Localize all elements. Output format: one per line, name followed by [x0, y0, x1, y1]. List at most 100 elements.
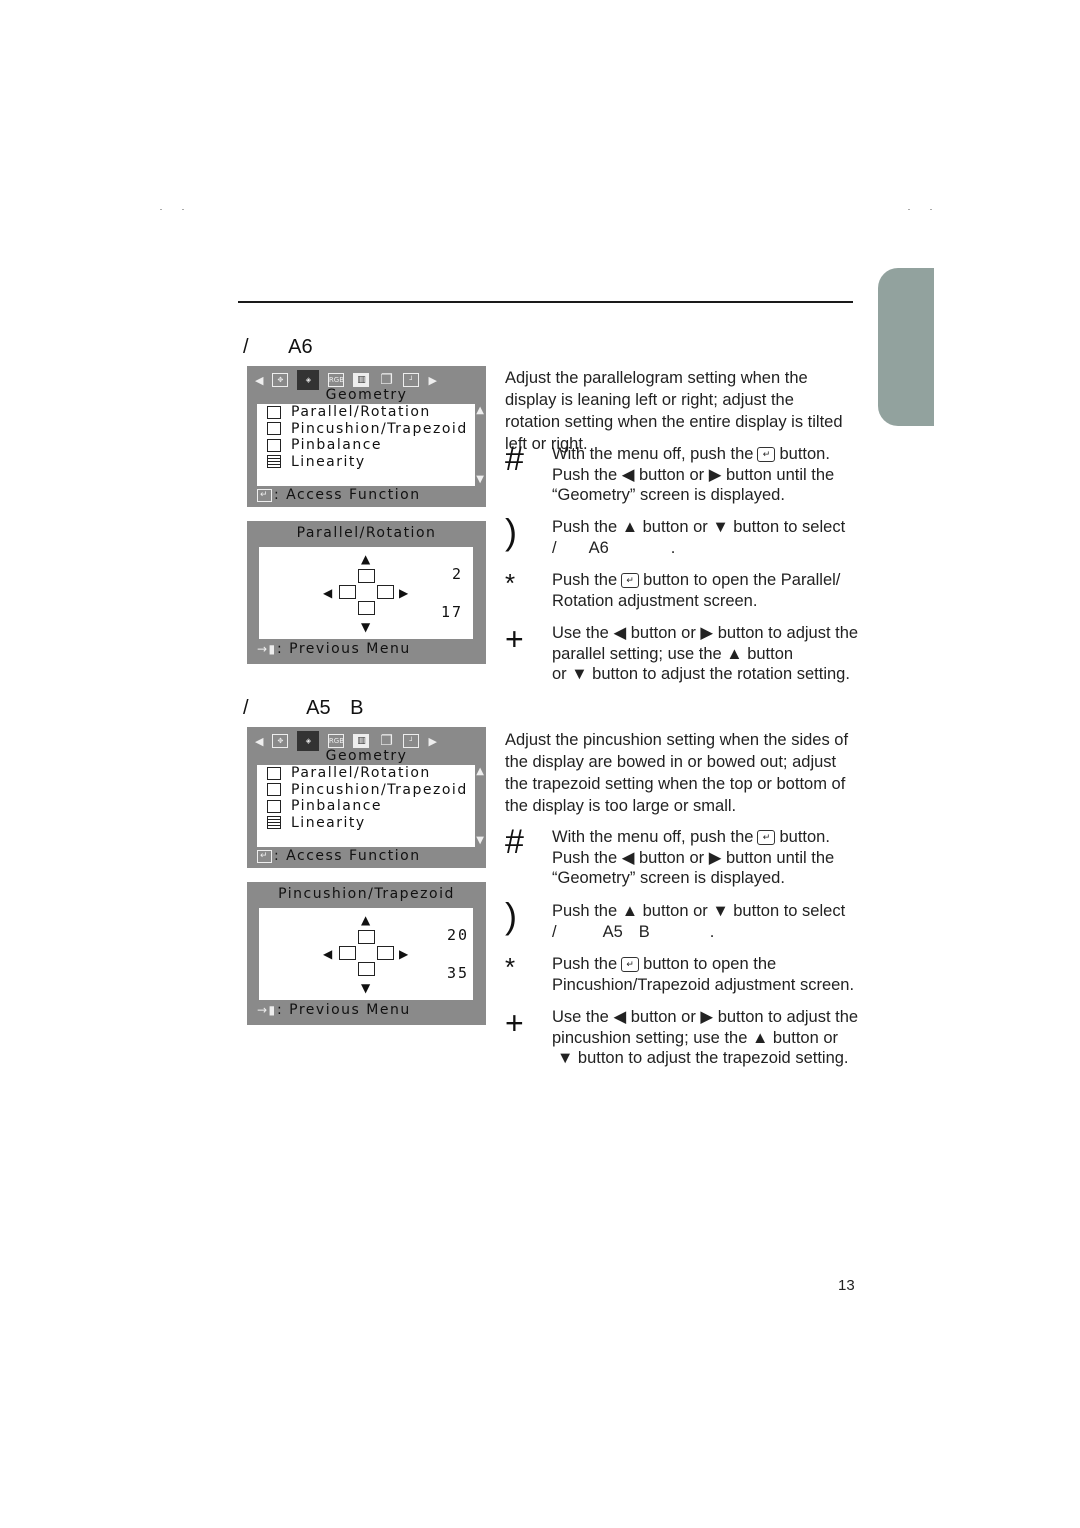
enter-button-icon: ↵ — [757, 447, 776, 463]
scroll-down-icon: ▼ — [476, 835, 484, 846]
osd-item-pinbalance: Pinbalance — [257, 437, 475, 454]
osd-item-pinbalance: Pinbalance — [257, 798, 475, 815]
step-bullet: + — [505, 621, 524, 657]
osd-heading: Geometry — [325, 748, 408, 764]
title-slash: / — [243, 697, 249, 719]
rotation-cw-icon — [358, 601, 375, 615]
osd-item-linearity: Linearity — [257, 815, 475, 832]
up-arrow-icon: ▲ — [361, 552, 371, 566]
osd-item-parallel-rotation: Parallel/Rotation — [257, 404, 475, 421]
right-arrow-icon: ▶ — [399, 586, 409, 600]
osd-adjust-area: ▲ ◀ ▶ ▼ 2 17 — [259, 547, 473, 639]
title-code-b: B — [350, 697, 364, 719]
crop-mark — [160, 209, 162, 210]
window-icon: ┘ — [403, 734, 420, 748]
step-bullet: * — [505, 952, 516, 982]
enter-icon: ↵ — [257, 488, 272, 502]
left-arrow-icon: ◀ — [255, 734, 264, 748]
pincushion-value: 20 — [446, 926, 469, 944]
left-arrow-icon: ◀ — [255, 373, 264, 387]
crop-mark — [908, 209, 910, 210]
pincushion-in-icon — [339, 946, 356, 960]
enter-button-icon: ↵ — [621, 573, 640, 589]
section1-intro: Adjust the parallelogram setting when th… — [505, 369, 843, 453]
osd-footer: ↵ : Access Function — [257, 487, 421, 503]
enter-button-icon: ↵ — [757, 830, 776, 846]
up-arrow-icon: ▲ — [361, 913, 371, 927]
osd-adjust-heading: Parallel/Rotation — [296, 525, 437, 541]
down-arrow-icon: ▼ — [361, 620, 371, 634]
rotation-value: 17 — [440, 603, 463, 621]
osd-item-pincushion-trapezoid: Pincushion/Trapezoid — [257, 421, 475, 438]
rgb-icon: RGB — [328, 734, 345, 748]
section2-title: / A5 B — [243, 697, 364, 720]
exit-icon: →▮ — [257, 1003, 277, 1017]
section2-intro: Adjust the pincushion setting when the s… — [505, 731, 849, 815]
osd-item-pincushion-trapezoid: Pincushion/Trapezoid — [257, 782, 475, 799]
trapezoid-down-icon — [358, 962, 375, 976]
pages-icon: ❐ — [380, 733, 393, 749]
osd-pincushion-trapezoid-screen: Pincushion/Trapezoid ▲ ◀ ▶ ▼ 20 35 →▮ : … — [247, 882, 486, 1025]
parallel-right-icon — [377, 585, 394, 599]
pinbalance-icon — [267, 438, 281, 452]
right-arrow-icon: ▶ — [399, 947, 409, 961]
osd-item-linearity: Linearity — [257, 454, 475, 471]
page-number: 13 — [838, 1277, 855, 1294]
osd-item-parallel-rotation: Parallel/Rotation — [257, 765, 475, 782]
osd-heading: Geometry — [325, 387, 408, 403]
crop-mark — [930, 209, 932, 210]
section1-title: / A6 — [243, 336, 313, 359]
scroll-up-icon: ▲ — [476, 766, 484, 777]
exit-icon: →▮ — [257, 642, 277, 656]
scroll-up-icon: ▲ — [476, 405, 484, 416]
step-bullet: ) — [505, 511, 517, 552]
osd-footer: ↵ : Access Function — [257, 848, 421, 864]
osd-menu-list: Parallel/Rotation Pincushion/Trapezoid P… — [257, 765, 475, 847]
linearity-icon — [267, 816, 281, 830]
chapter-tab — [878, 268, 934, 426]
crop-mark — [182, 209, 184, 210]
enter-icon: ↵ — [257, 849, 272, 863]
pincushion-out-icon — [377, 946, 394, 960]
osd-menu-list: Parallel/Rotation Pincushion/Trapezoid P… — [257, 404, 475, 486]
right-arrow-icon: ▶ — [428, 373, 437, 387]
rgb-icon: RGB — [328, 373, 345, 387]
position-icon: ✥ — [272, 373, 289, 387]
osd-geometry-menu: ◀ ✥ ◈ RGB ▥ ❐ ┘ ▶ Geometry Parallel/Rota… — [247, 727, 486, 868]
header-rule — [238, 301, 853, 303]
parallel-icon — [267, 766, 281, 780]
title-slash: / — [243, 336, 249, 358]
osd-adjust-footer: →▮ : Previous Menu — [257, 641, 411, 657]
step-bullet: * — [505, 568, 516, 598]
rotation-ccw-icon — [358, 569, 375, 583]
pincushion-icon — [267, 783, 281, 797]
osd-adjust-area: ▲ ◀ ▶ ▼ 20 35 — [259, 908, 473, 1000]
step-bullet: ) — [505, 895, 517, 936]
color-bars-icon: ▥ — [353, 734, 370, 748]
down-arrow-icon: ▼ — [361, 981, 371, 995]
color-bars-icon: ▥ — [353, 373, 370, 387]
osd-geometry-menu: ◀ ✥ ◈ RGB ▥ ❐ ┘ ▶ Geometry Parallel/Rota… — [247, 366, 486, 507]
title-code: A6 — [288, 336, 313, 358]
step-bullet: + — [505, 1005, 524, 1041]
osd-adjust-heading: Pincushion/Trapezoid — [278, 886, 455, 902]
pincushion-icon — [267, 422, 281, 436]
step-bullet: # — [505, 823, 524, 861]
osd-adjust-footer: →▮ : Previous Menu — [257, 1002, 411, 1018]
position-icon: ✥ — [272, 734, 289, 748]
right-arrow-icon: ▶ — [428, 734, 437, 748]
linearity-icon — [267, 455, 281, 469]
parallel-value: 2 — [451, 565, 463, 583]
trapezoid-up-icon — [358, 930, 375, 944]
pages-icon: ❐ — [380, 372, 393, 388]
osd-parallel-rotation-screen: Parallel/Rotation ▲ ◀ ▶ ▼ 2 17 →▮ : Prev… — [247, 521, 486, 664]
window-icon: ┘ — [403, 373, 420, 387]
parallel-icon — [267, 405, 281, 419]
trapezoid-value: 35 — [446, 964, 469, 982]
enter-button-icon: ↵ — [621, 957, 640, 973]
parallel-left-icon — [339, 585, 356, 599]
left-arrow-icon: ◀ — [323, 586, 333, 600]
step-bullet: # — [505, 440, 524, 478]
pinbalance-icon — [267, 799, 281, 813]
scroll-down-icon: ▼ — [476, 474, 484, 485]
